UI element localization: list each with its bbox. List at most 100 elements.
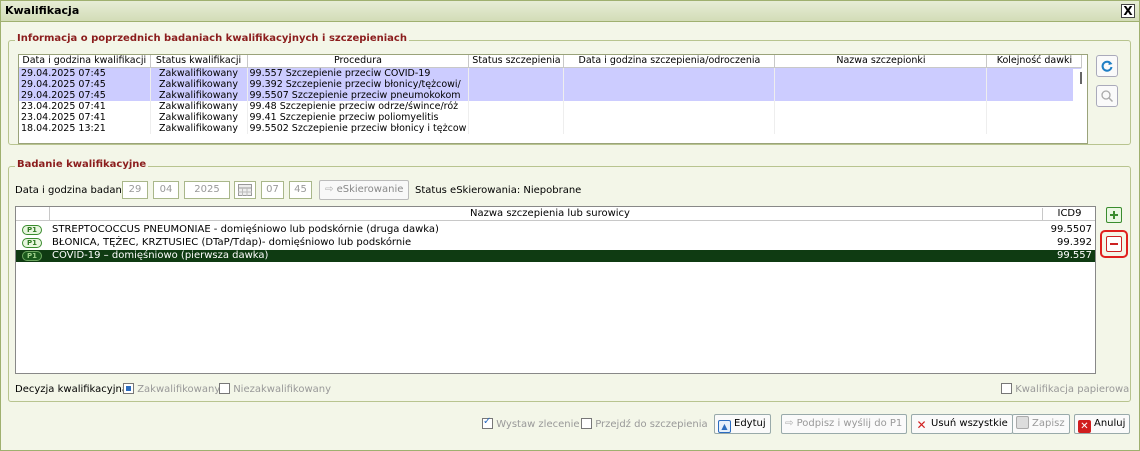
history-cell: 99.48 Szczepienie przeciw odrze/śwince/r… <box>247 100 470 112</box>
close-button[interactable]: X <box>1121 4 1135 18</box>
history-cell <box>986 78 1083 90</box>
history-column-header[interactable]: Status szczepienia <box>468 55 565 68</box>
przejdz-label: Przejdź do szczepienia <box>595 419 708 430</box>
qualified-checkbox[interactable] <box>123 383 134 394</box>
history-legend: Informacja o poprzednich badaniach kwali… <box>15 33 409 44</box>
wystaw-checkbox[interactable] <box>482 416 493 429</box>
hour-field[interactable]: 07 <box>261 181 284 199</box>
history-row[interactable]: 23.04.2025 07:41 Zakwalifikowany 99.41 Szc… <box>19 111 1083 123</box>
history-column-header[interactable]: Data i godzina kwalifikacji <box>19 55 151 68</box>
history-cell: 29.04.2025 07:45 <box>19 67 151 79</box>
cancel-button[interactable]: ✕ Anuluj <box>1074 414 1131 434</box>
przejdz-checkbox[interactable] <box>581 418 592 429</box>
history-cell <box>774 100 988 112</box>
history-cell: Zakwalifikowany <box>150 78 248 90</box>
history-cell: 23.04.2025 07:41 <box>19 111 151 123</box>
vaccine-row-selected[interactable]: P1 COVID-19 – domięśniowo (pierwsza dawk… <box>16 250 1095 262</box>
delete-icon: ✕ <box>916 418 927 432</box>
history-cell <box>563 67 776 79</box>
history-column-header[interactable]: Kolejność dawki <box>986 55 1083 68</box>
history-cell: 18.04.2025 13:21 <box>19 122 151 134</box>
history-cell <box>563 111 776 123</box>
history-cell <box>986 89 1083 101</box>
plus-icon <box>1110 211 1118 219</box>
arrow-icon: ⇨ <box>325 184 337 195</box>
p1-badge: P1 <box>22 238 42 248</box>
cancel-icon: ✕ <box>1078 420 1091 433</box>
exam-date-label: Data i godzina badania <box>15 185 131 196</box>
add-vaccine-button[interactable] <box>1106 207 1122 223</box>
history-cell: Zakwalifikowany <box>150 122 248 134</box>
save-button[interactable]: Zapisz <box>1012 414 1070 434</box>
edit-label: Edytuj <box>734 418 766 429</box>
search-button[interactable] <box>1096 85 1118 107</box>
vaccine-icd: 99.392 <box>1057 237 1092 248</box>
vaccine-row[interactable]: P1 BŁONICA, TĘŻEC, KRZTUSIEC (DTaP/Tdap)… <box>16 237 1095 249</box>
cancel-label: Anuluj <box>1094 418 1126 429</box>
vaccine-icd: 99.5507 <box>1050 224 1092 235</box>
option-qualified[interactable]: Zakwalifikowany <box>123 383 220 395</box>
window-title: Kwalifikacja <box>5 4 80 17</box>
history-column-header[interactable]: Status kwalifikacji <box>150 55 248 68</box>
paper-label: Kwalifikacja papierowa <box>1015 384 1130 395</box>
history-row[interactable]: 29.04.2025 07:45 Zakwalifikowany 99.557 Sz… <box>19 67 1083 79</box>
calendar-icon <box>238 184 252 196</box>
day-field[interactable]: 29 <box>122 181 148 199</box>
history-cell: Zakwalifikowany <box>150 89 248 101</box>
edit-button[interactable]: ▲ Edytuj <box>714 414 771 434</box>
eskierowanie-button[interactable]: ⇨ eSkierowanie <box>319 180 410 200</box>
history-scrollbar[interactable] <box>1073 69 1087 143</box>
sign-send-button[interactable]: ⇨ Podpisz i wyślij do P1 <box>781 414 908 434</box>
history-cell <box>563 100 776 112</box>
history-cell <box>774 67 988 79</box>
remove-vaccine-button[interactable] <box>1100 230 1128 258</box>
year-field[interactable]: 2025 <box>184 181 230 199</box>
history-cell: Zakwalifikowany <box>150 67 248 79</box>
calendar-button[interactable] <box>234 181 256 199</box>
history-row[interactable]: 18.04.2025 13:21 Zakwalifikowany 99.5502 S… <box>19 122 1083 134</box>
history-cell <box>986 67 1083 79</box>
minute-field[interactable]: 45 <box>289 181 312 199</box>
vaccine-row[interactable]: P1 STREPTOCOCCUS PNEUMONIAE - domięśniow… <box>16 224 1095 236</box>
history-cell <box>468 89 565 101</box>
przejdz-option[interactable]: Przejdź do szczepienia <box>581 418 708 430</box>
history-row[interactable]: 29.04.2025 07:45 Zakwalifikowany 99.5507 S… <box>19 89 1083 101</box>
history-cell <box>563 78 776 90</box>
history-cell: 29.04.2025 07:45 <box>19 89 151 101</box>
history-cell <box>563 122 776 134</box>
wystaw-option[interactable]: Wystaw zlecenie <box>482 416 580 430</box>
header-icd: ICD9 <box>1042 208 1096 221</box>
p1-badge: P1 <box>22 225 42 235</box>
history-row[interactable]: 29.04.2025 07:45 Zakwalifikowany 99.392 Sz… <box>19 78 1083 90</box>
not-qualified-checkbox[interactable] <box>219 383 230 394</box>
minus-icon <box>1110 243 1118 245</box>
history-column-header[interactable]: Procedura <box>247 55 470 68</box>
history-cell <box>774 89 988 101</box>
history-cell <box>563 89 776 101</box>
vaccine-table-header: Nazwa szczepienia lub surowicy ICD9 <box>16 207 1095 221</box>
history-cell: Zakwalifikowany <box>150 100 248 112</box>
paper-checkbox[interactable] <box>1001 383 1012 394</box>
option-not-qualified[interactable]: Niezakwalifikowany <box>219 383 331 395</box>
history-header-row: Data i godzina kwalifikacji Status kwalif… <box>19 55 1083 68</box>
vaccine-icd: 99.557 <box>1057 250 1092 261</box>
delete-all-button[interactable]: ✕ Usuń wszystkie <box>911 414 1013 434</box>
history-row[interactable]: 23.04.2025 07:41 Zakwalifikowany 99.48 Szc… <box>19 100 1083 112</box>
history-cell: 99.5502 Szczepienie przeciw błonicy i tę… <box>247 122 470 134</box>
paper-qualification[interactable]: Kwalifikacja papierowa <box>1001 383 1129 395</box>
delete-label: Usuń wszystkie <box>931 418 1008 429</box>
wystaw-label: Wystaw zlecenie <box>496 419 580 430</box>
history-column-header[interactable]: Nazwa szczepionki <box>774 55 988 68</box>
history-table: Data i godzina kwalifikacji Status kwalif… <box>18 54 1088 144</box>
month-field[interactable]: 04 <box>153 181 179 199</box>
refresh-button[interactable] <box>1096 55 1118 77</box>
history-cell: 29.04.2025 07:45 <box>19 78 151 90</box>
titlebar: Kwalifikacja X <box>1 1 1139 22</box>
history-column-header[interactable]: Data i godzina szczepienia/odroczenia <box>563 55 776 68</box>
p1-badge: P1 <box>22 251 42 261</box>
history-cell: 99.392 Szczepienie przeciw błonicy/tężco… <box>247 78 470 90</box>
scroll-thumb[interactable] <box>1080 72 1082 84</box>
not-qualified-label: Niezakwalifikowany <box>233 384 332 395</box>
qualification-window: Kwalifikacja X Informacja o poprzednich … <box>0 0 1140 451</box>
history-cell <box>468 67 565 79</box>
